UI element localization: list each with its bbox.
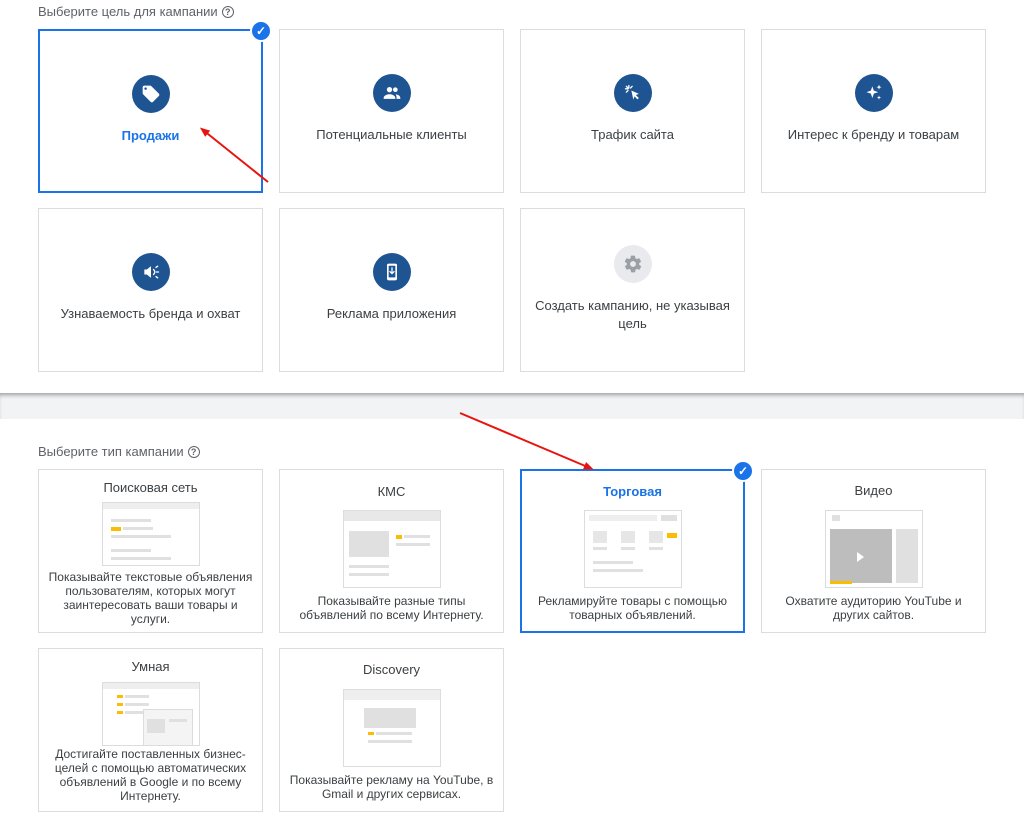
- goal-card-leads[interactable]: Потенциальные клиенты: [279, 29, 504, 193]
- type-description: Показывайте разные типы объявлений по вс…: [299, 594, 484, 622]
- help-icon[interactable]: ?: [187, 445, 200, 458]
- goal-card-traffic[interactable]: Трафик сайта: [520, 29, 745, 193]
- type-card-discovery[interactable]: Discovery Показывайте рекламу на YouTube…: [279, 648, 504, 812]
- megaphone-icon: [131, 253, 170, 291]
- gear-icon: [613, 245, 652, 283]
- discovery-thumbnail: [342, 689, 441, 767]
- type-title: Discovery: [362, 662, 421, 677]
- goal-label: Потенциальные клиенты: [316, 127, 467, 142]
- goal-card-sales[interactable]: ✓ Продажи: [38, 20, 272, 193]
- goal-card-no-goal[interactable]: Создать кампанию, не указывая цель: [520, 208, 745, 372]
- type-title: КМС: [377, 484, 406, 499]
- type-title: Видео: [854, 483, 893, 498]
- type-description: Достигайте поставленных бизнес-целей с п…: [54, 747, 247, 803]
- type-card-display[interactable]: КМС Показывайте разные типы объявлений п…: [279, 469, 504, 633]
- video-thumbnail: [824, 510, 923, 588]
- goal-label: Создать кампанию, не указывая цель: [535, 298, 730, 331]
- tag-icon: [131, 75, 170, 113]
- type-card-shopping[interactable]: ✓ Торговая Рекламируйте товары с помощью…: [520, 460, 754, 633]
- section-divider: [0, 393, 1024, 419]
- goal-label: Интерес к бренду и товарам: [787, 127, 960, 142]
- type-description: Показывайте текстовые объявления пользов…: [48, 570, 253, 626]
- type-card-smart[interactable]: Умная Достигайте поставленных бизнес-цел…: [38, 648, 263, 812]
- type-card-search[interactable]: Поисковая сеть Показывайте текстовые объ…: [38, 469, 263, 633]
- type-description: Показывайте рекламу на YouTube, в Gmail …: [289, 773, 494, 801]
- type-title: Умная: [131, 659, 170, 674]
- cursor-click-icon: [613, 74, 652, 112]
- goal-label: Реклама приложения: [326, 306, 457, 321]
- goal-label: Узнаваемость бренда и охват: [60, 306, 241, 321]
- help-icon[interactable]: ?: [221, 5, 234, 18]
- people-icon: [372, 74, 411, 112]
- type-title: Поисковая сеть: [103, 480, 198, 495]
- shopping-thumbnail: [583, 510, 682, 588]
- type-card-video[interactable]: Видео Охватите аудиторию YouTube и други…: [761, 469, 986, 633]
- type-section-title-text: Выберите тип кампании: [38, 444, 184, 459]
- type-description: Рекламируйте товары с помощью товарных о…: [538, 594, 727, 622]
- type-description: Охватите аудиторию YouTube и других сайт…: [785, 594, 962, 622]
- goal-section-title: Выберите цель для кампании ?: [38, 4, 234, 19]
- sparkle-icon: [854, 74, 893, 112]
- type-title: Торговая: [603, 484, 662, 499]
- display-thumbnail: [342, 510, 441, 588]
- smart-thumbnail: [101, 682, 200, 746]
- search-thumbnail: [101, 502, 200, 566]
- goal-label: Трафик сайта: [591, 127, 674, 142]
- goal-card-brand-awareness[interactable]: Узнаваемость бренда и охват: [38, 208, 263, 372]
- type-section-title: Выберите тип кампании ?: [38, 444, 200, 459]
- phone-download-icon: [372, 253, 411, 291]
- check-icon: ✓: [732, 460, 754, 482]
- arrow-to-shopping: [459, 412, 594, 470]
- goal-label: Продажи: [121, 128, 180, 143]
- check-icon: ✓: [250, 20, 272, 42]
- goal-card-app-promotion[interactable]: Реклама приложения: [279, 208, 504, 372]
- goal-card-brand-interest[interactable]: Интерес к бренду и товарам: [761, 29, 986, 193]
- goal-section-title-text: Выберите цель для кампании: [38, 4, 218, 19]
